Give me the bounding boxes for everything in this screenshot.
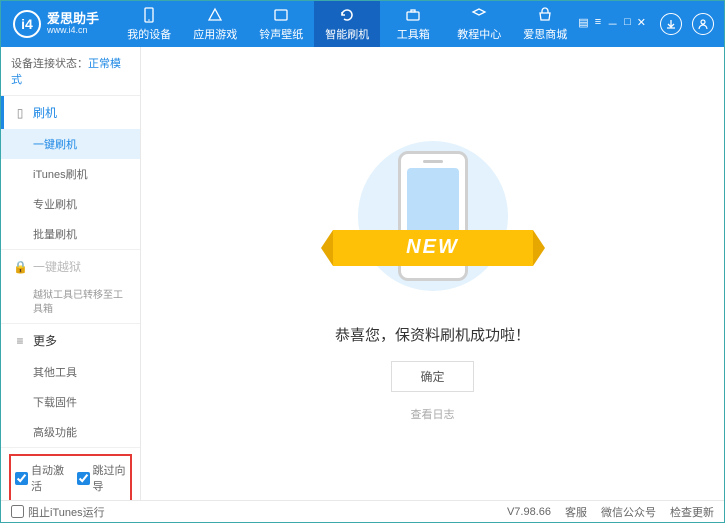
titlebar: i4 爱思助手 www.i4.cn 我的设备 应用游戏 铃声壁纸 智能刷机 工具… <box>1 1 724 47</box>
options-highlight-box: 自动激活 跳过向导 <box>9 454 132 500</box>
skip-guide-checkbox[interactable] <box>77 472 90 485</box>
nav-store[interactable]: 爱思商城 <box>512 1 578 47</box>
more-icon: ≡ <box>13 334 27 348</box>
nav-label: 应用游戏 <box>193 26 237 42</box>
wechat-link[interactable]: 微信公众号 <box>601 504 656 520</box>
toolbox-icon <box>404 6 422 24</box>
sidebar-item-pro-flash[interactable]: 专业刷机 <box>1 189 140 219</box>
app-subtitle: www.i4.cn <box>47 26 99 36</box>
window-controls: ▤ ≡ － □ ✕ <box>578 13 724 35</box>
user-icon[interactable] <box>692 13 714 35</box>
block-itunes-label: 阻止iTunes运行 <box>28 504 105 520</box>
settings-icon[interactable]: ≡ <box>595 16 601 32</box>
device-icon <box>140 6 158 24</box>
nav-label: 教程中心 <box>457 26 501 42</box>
auto-activate-checkbox[interactable] <box>15 472 28 485</box>
sidebar-header-flash[interactable]: ▯ 刷机 <box>1 96 140 129</box>
sidebar-item-other-tools[interactable]: 其他工具 <box>1 357 140 387</box>
sidebar-item-itunes-flash[interactable]: iTunes刷机 <box>1 159 140 189</box>
minimize-icon[interactable]: － <box>607 16 618 32</box>
lock-icon: 🔒 <box>13 260 27 274</box>
version-label: V7.98.66 <box>507 506 551 518</box>
sidebar-header-more[interactable]: ≡ 更多 <box>1 324 140 357</box>
view-log-link[interactable]: 查看日志 <box>411 406 455 422</box>
tutorial-icon <box>470 6 488 24</box>
jailbreak-note: 越狱工具已转移至工具箱 <box>1 283 140 323</box>
nav-my-device[interactable]: 我的设备 <box>116 1 182 47</box>
new-banner: NEW <box>333 230 533 266</box>
main-nav: 我的设备 应用游戏 铃声壁纸 智能刷机 工具箱 教程中心 爱思商城 <box>116 1 578 47</box>
nav-label: 我的设备 <box>127 26 171 42</box>
status-label: 设备连接状态： <box>11 58 88 70</box>
menu-icon[interactable]: ▤ <box>578 16 588 32</box>
sidebar: 设备连接状态：正常模式 ▯ 刷机 一键刷机 iTunes刷机 专业刷机 批量刷机… <box>1 47 141 500</box>
block-itunes-checkbox[interactable] <box>11 505 24 518</box>
sidebar-item-oneclick-flash[interactable]: 一键刷机 <box>1 129 140 159</box>
customer-service-link[interactable]: 客服 <box>565 504 587 520</box>
nav-tutorials[interactable]: 教程中心 <box>446 1 512 47</box>
maximize-icon[interactable]: □ <box>624 16 631 32</box>
nav-label: 铃声壁纸 <box>259 26 303 42</box>
logo-area: i4 爱思助手 www.i4.cn <box>1 10 116 38</box>
nav-ringtones[interactable]: 铃声壁纸 <box>248 1 314 47</box>
phone-icon: ▯ <box>13 106 27 120</box>
apps-icon <box>206 6 224 24</box>
main-content: NEW 恭喜您，保资料刷机成功啦！ 确定 查看日志 <box>141 47 724 500</box>
option-label: 自动激活 <box>31 462 65 494</box>
wallpaper-icon <box>272 6 290 24</box>
nav-label: 爱思商城 <box>523 26 567 42</box>
nav-flash[interactable]: 智能刷机 <box>314 1 380 47</box>
footer: 阻止iTunes运行 V7.98.66 客服 微信公众号 检查更新 <box>1 500 724 522</box>
sidebar-item-batch-flash[interactable]: 批量刷机 <box>1 219 140 249</box>
nav-label: 工具箱 <box>397 26 430 42</box>
option-label: 跳过向导 <box>93 462 127 494</box>
option-skip-guide[interactable]: 跳过向导 <box>77 462 127 494</box>
download-icon[interactable] <box>660 13 682 35</box>
sidebar-header-label: 刷机 <box>33 104 57 121</box>
sidebar-header-label: 一键越狱 <box>33 258 81 275</box>
sidebar-item-download-firmware[interactable]: 下载固件 <box>1 387 140 417</box>
option-auto-activate[interactable]: 自动激活 <box>15 462 65 494</box>
app-title: 爱思助手 <box>47 12 99 26</box>
nav-toolbox[interactable]: 工具箱 <box>380 1 446 47</box>
success-illustration: NEW <box>353 126 513 306</box>
logo-icon: i4 <box>13 10 41 38</box>
close-icon[interactable]: ✕ <box>637 16 646 32</box>
sidebar-header-label: 更多 <box>33 332 57 349</box>
sidebar-item-advanced[interactable]: 高级功能 <box>1 417 140 447</box>
store-icon <box>536 6 554 24</box>
flash-icon <box>338 6 356 24</box>
block-itunes-option[interactable]: 阻止iTunes运行 <box>11 504 105 520</box>
sidebar-header-jailbreak[interactable]: 🔒 一键越狱 <box>1 250 140 283</box>
check-update-link[interactable]: 检查更新 <box>670 504 714 520</box>
connection-status: 设备连接状态：正常模式 <box>1 47 140 96</box>
nav-label: 智能刷机 <box>325 26 369 42</box>
ok-button[interactable]: 确定 <box>391 361 473 392</box>
success-message: 恭喜您，保资料刷机成功啦！ <box>335 324 530 345</box>
nav-apps[interactable]: 应用游戏 <box>182 1 248 47</box>
